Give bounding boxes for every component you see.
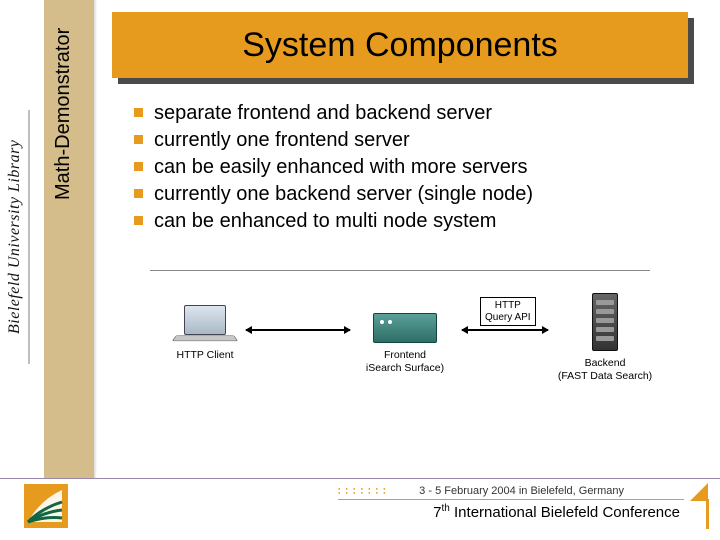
laptop-icon xyxy=(160,305,250,343)
bullet-item: currently one frontend server xyxy=(134,127,686,153)
bullet-list: separate frontend and backend server cur… xyxy=(134,100,686,235)
api-label: HTTP Query API xyxy=(480,297,536,326)
sidebar-label: Math-Demonstrator xyxy=(52,28,75,200)
backend-caption-line1: Backend xyxy=(585,357,626,369)
node-frontend: Frontend iSearch Surface) xyxy=(350,313,460,374)
footer-rule xyxy=(338,499,684,500)
bullet-item: can be easily enhanced with more servers xyxy=(134,154,686,180)
decorative-dots: ● ● ● ● ● ● ●● ● ● ● ● ● ● xyxy=(338,487,388,495)
frontend-caption-line2: iSearch Surface) xyxy=(366,362,444,374)
footer-date: 3 - 5 February 2004 in Bielefeld, German… xyxy=(419,485,624,497)
conference-logo-icon xyxy=(22,482,70,530)
footer: ● ● ● ● ● ● ●● ● ● ● ● ● ● 3 - 5 Februar… xyxy=(0,478,720,540)
frontend-caption-line1: Frontend xyxy=(384,349,426,361)
arrow-client-frontend xyxy=(246,329,350,331)
bullet-item: currently one backend server (single nod… xyxy=(134,181,686,207)
ordinal-num: 7 xyxy=(433,504,441,521)
node-client: HTTP Client xyxy=(160,305,250,362)
footer-conference-name: 7th International Bielefeld Conference xyxy=(433,503,680,521)
backend-caption-line2: (FAST Data Search) xyxy=(558,370,652,382)
arrow-frontend-backend xyxy=(462,329,548,331)
architecture-diagram: HTTP Client Frontend iSearch Surface) Ba… xyxy=(150,270,650,440)
node-client-caption: HTTP Client xyxy=(160,349,250,362)
rack-icon xyxy=(592,293,618,351)
bullet-item: separate frontend and backend server xyxy=(134,100,686,126)
server-icon xyxy=(373,313,437,343)
bullet-item: can be enhanced to multi node system xyxy=(134,208,686,234)
api-label-line2: Query API xyxy=(485,312,531,323)
title-bar: System Components xyxy=(112,12,688,78)
api-label-line1: HTTP xyxy=(495,300,521,311)
conference-text: International Bielefeld Conference xyxy=(450,504,680,521)
page-title: System Components xyxy=(242,26,558,65)
node-backend: Backend (FAST Data Search) xyxy=(550,293,660,382)
corner-accent-stem xyxy=(706,499,709,529)
brand-vertical-text: Bielefeld University Library xyxy=(6,110,30,364)
ordinal-suffix: th xyxy=(442,503,450,514)
